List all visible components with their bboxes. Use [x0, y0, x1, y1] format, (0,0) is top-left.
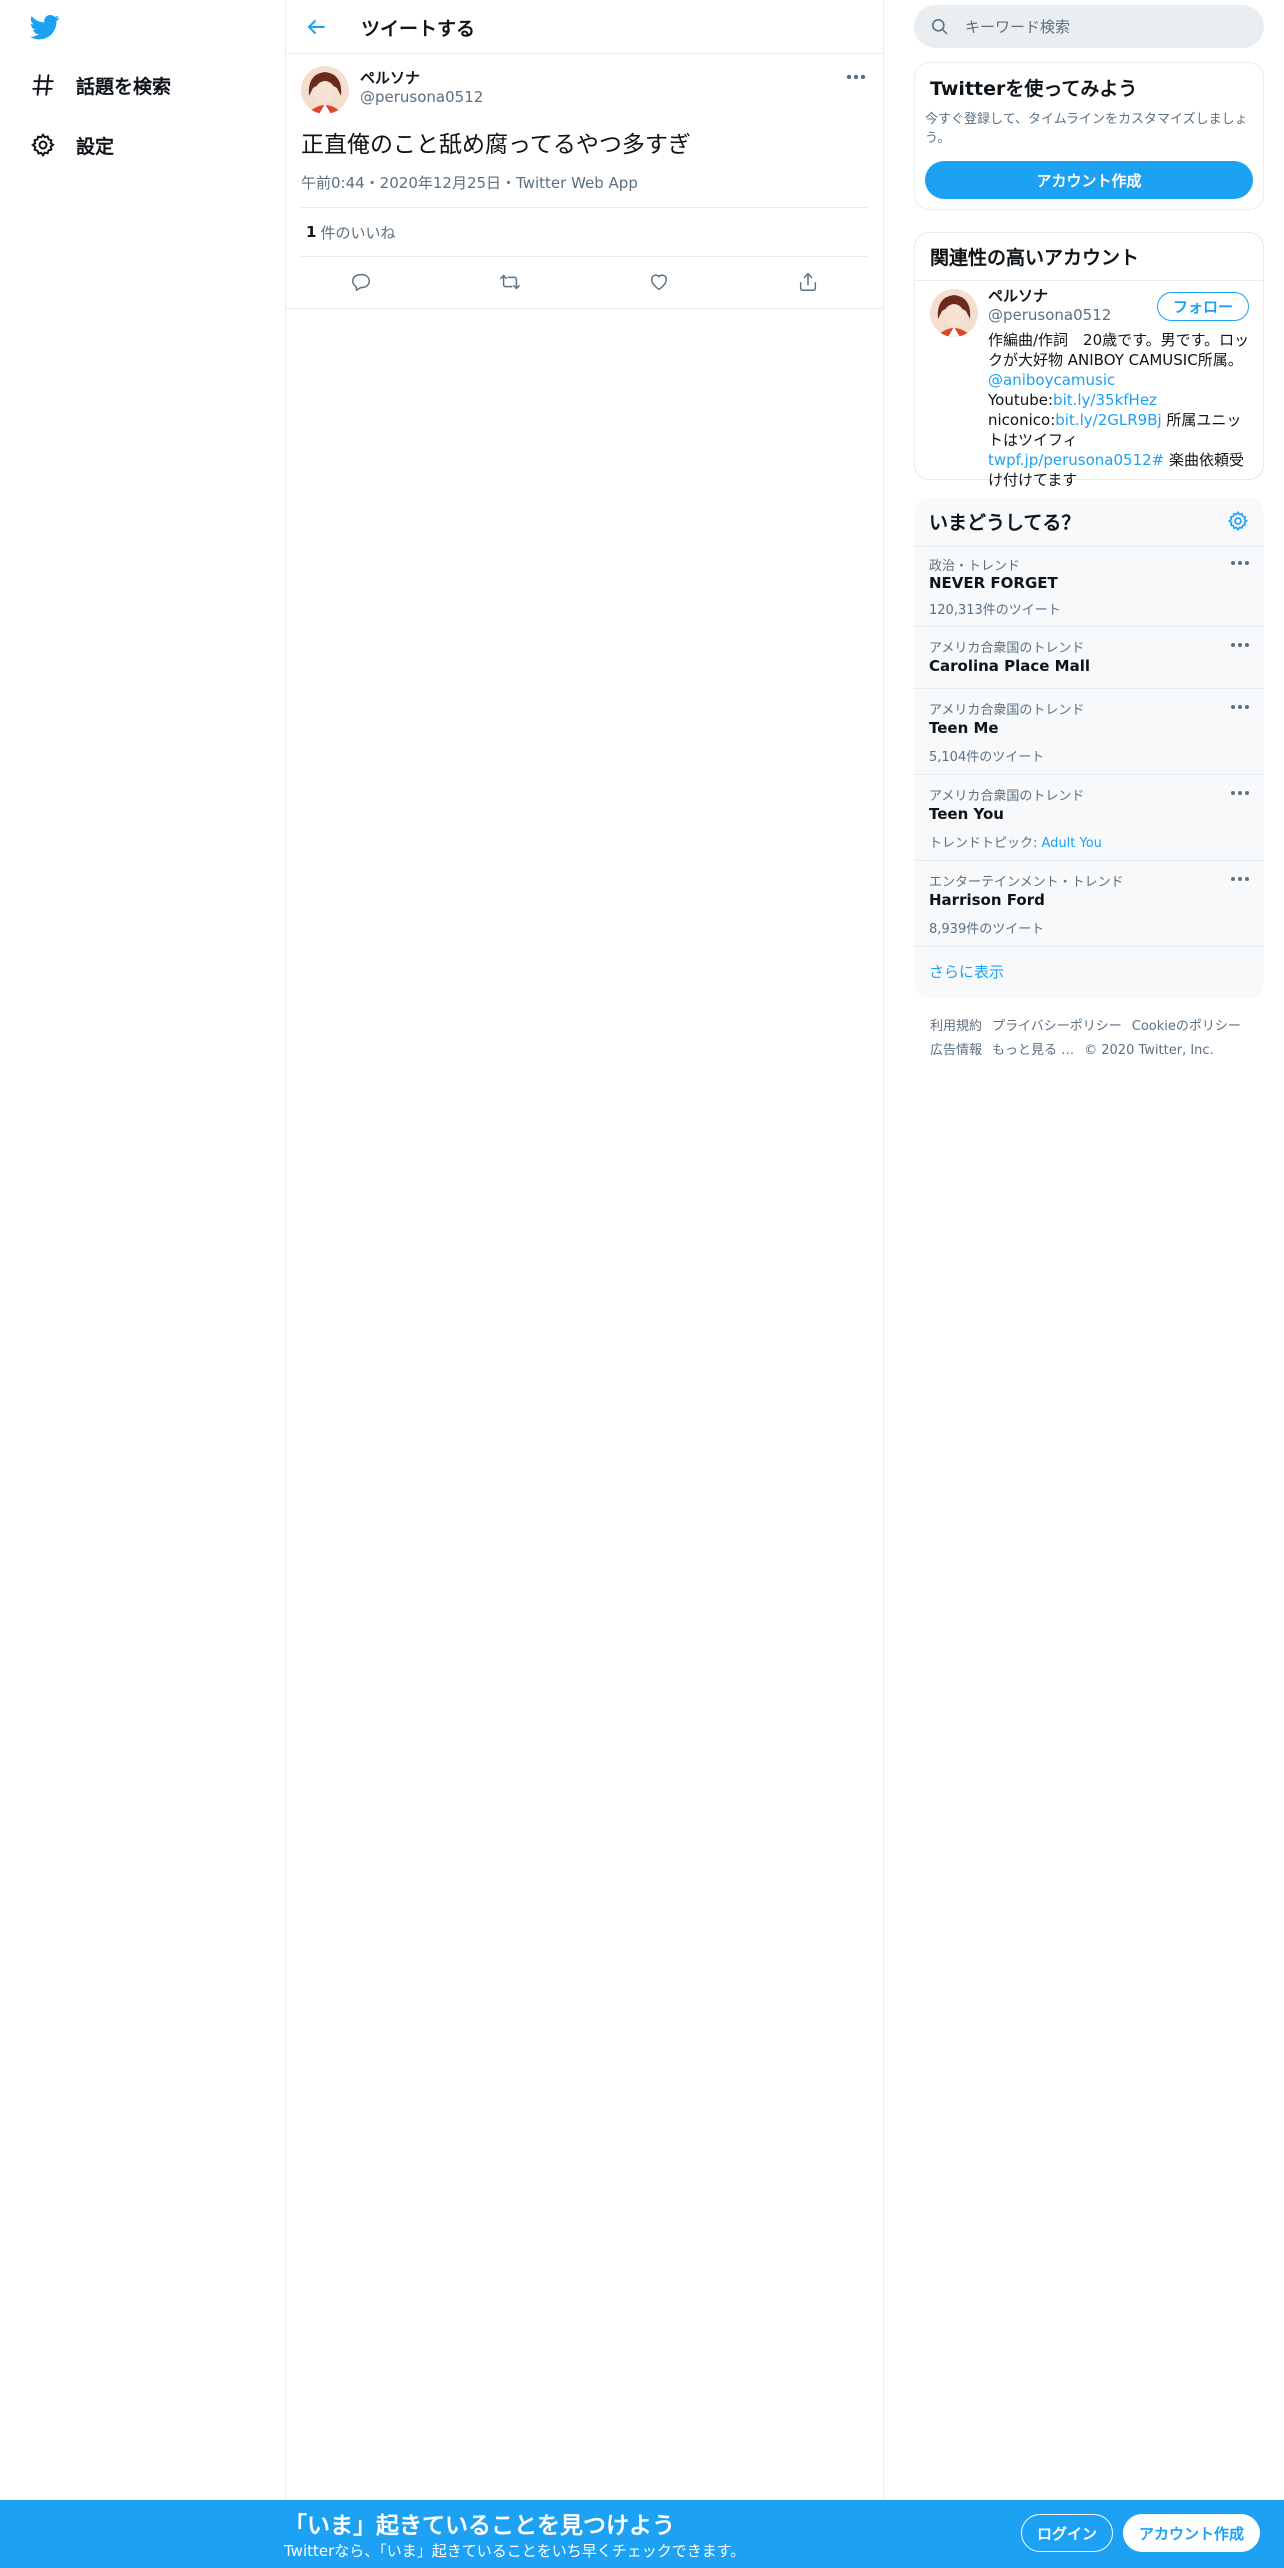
trend-context: アメリカ合衆国のトレンド — [929, 789, 1085, 804]
banner-title: 「いま」起きていることを見つけよう — [284, 2513, 675, 2539]
retweet-icon[interactable] — [499, 271, 521, 293]
related-handle[interactable]: @perusona0512 — [988, 306, 1111, 324]
trend-name: Harrison Ford — [929, 891, 1045, 909]
trends-title: いまどうしてる？ — [929, 512, 1081, 534]
bio-link-youtube[interactable]: bit.ly/35kfHez — [1053, 391, 1157, 409]
nav-explore[interactable]: 話題を検索 — [30, 61, 171, 109]
search-box[interactable] — [914, 5, 1264, 48]
copyright: © 2020 Twitter, Inc. — [1084, 1043, 1214, 1058]
main-header: ツイートする — [286, 0, 883, 54]
banner-subtitle: Twitterなら、「いま」起きていることをいち早くチェックできます。 — [284, 2542, 746, 2560]
trend-item[interactable]: エンターテインメント・トレンド Harrison Ford 8,939件のツイー… — [914, 860, 1264, 947]
related-accounts-card: 関連性の高いアカウント ペルソナ @perusona0512 フォロー 作編曲/… — [914, 232, 1264, 489]
divider — [915, 280, 1263, 281]
trend-count: 5,104件のツイート — [929, 750, 1045, 765]
follow-button[interactable]: フォロー — [1157, 292, 1249, 321]
hashtag-icon — [32, 74, 54, 96]
bio-link-mention[interactable]: @aniboycamusic — [988, 371, 1115, 389]
author-name[interactable]: ペルソナ — [360, 67, 420, 88]
more-link[interactable]: もっと見る … — [992, 1043, 1074, 1058]
trend-context: エンターテインメント・トレンド — [929, 875, 1124, 890]
main-column: ツイートする ペルソナ @perusona0512 正直俺のこと舐め腐ってるやつ… — [285, 0, 884, 2568]
trend-context: アメリカ合衆国のトレンド — [929, 641, 1085, 656]
trend-count: 8,939件のツイート — [929, 922, 1045, 937]
related-title: 関連性の高いアカウント — [930, 247, 1140, 269]
nav-settings[interactable]: 設定 — [30, 121, 114, 169]
signup-title: Twitterを使ってみよう — [930, 78, 1138, 100]
bio-link-twpf[interactable]: twpf.jp/perusona0512# — [988, 451, 1164, 469]
twitter-bird-icon[interactable] — [28, 12, 62, 42]
nav-explore-label: 話題を検索 — [76, 75, 172, 98]
privacy-link[interactable]: プライバシーポリシー — [992, 1019, 1122, 1034]
related-bio: 作編曲/作詞 20歳です。男です。ロックが大好物 ANIBOY CAMUSIC所… — [988, 330, 1250, 490]
trend-name: Teen Me — [929, 719, 999, 737]
trend-count: 120,313件のツイート — [929, 603, 1061, 618]
likes-summary[interactable]: 1 件のいいね — [301, 207, 868, 257]
more-options-icon[interactable] — [1230, 871, 1250, 887]
footer-links: 利用規約 プライバシーポリシー Cookieのポリシー 広告情報 もっと見る … © 2… — [930, 1015, 1260, 1063]
back-arrow-icon[interactable] — [304, 15, 328, 39]
nav-settings-label: 設定 — [76, 135, 115, 158]
trend-name: Teen You — [929, 805, 1004, 823]
more-options-icon[interactable] — [1230, 785, 1250, 801]
trend-item[interactable]: アメリカ合衆国のトレンド Teen Me 5,104件のツイート — [914, 688, 1264, 775]
related-name[interactable]: ペルソナ — [988, 285, 1048, 306]
trend-name: NEVER FORGET — [929, 574, 1058, 592]
tweet-text: 正直俺のこと舐め腐ってるやつ多すぎ — [301, 132, 691, 158]
trend-topic-link[interactable]: Adult You — [1042, 836, 1102, 851]
create-account-button[interactable]: アカウント作成 — [925, 161, 1253, 199]
share-icon[interactable] — [797, 271, 819, 293]
like-heart-icon[interactable] — [648, 271, 670, 293]
search-input[interactable] — [963, 16, 1247, 37]
trend-item[interactable]: アメリカ合衆国のトレンド Carolina Place Mall — [914, 626, 1264, 689]
trend-name: Carolina Place Mall — [929, 657, 1091, 675]
signup-card: Twitterを使ってみよう 今すぐ登録して、タイムラインをカスタマイズしましょ… — [914, 62, 1264, 210]
bio-text: Youtube: — [988, 391, 1054, 409]
trend-item[interactable]: アメリカ合衆国のトレンド Teen You トレンドトピック: Adult Yo… — [914, 774, 1264, 861]
author-handle[interactable]: @perusona0512 — [360, 88, 483, 106]
signup-subtitle: 今すぐ登録して、タイムラインをカスタマイズしましょう。 — [925, 112, 1248, 146]
reply-icon[interactable] — [350, 271, 372, 293]
likes-count: 1 — [306, 223, 317, 241]
trends-card: いまどうしてる？ 政治・トレンド NEVER FORGET 120,313件のツ… — [914, 498, 1264, 998]
likes-label: 件のいいね — [320, 223, 396, 242]
more-options-icon[interactable] — [1230, 555, 1250, 571]
related-avatar[interactable] — [930, 289, 978, 337]
more-options-icon[interactable] — [1230, 637, 1250, 653]
bio-link-niconico[interactable]: bit.ly/2GLR9Bj — [1055, 411, 1161, 429]
cookie-link[interactable]: Cookieのポリシー — [1132, 1019, 1241, 1034]
trends-settings-icon[interactable] — [1227, 510, 1249, 532]
terms-link[interactable]: 利用規約 — [930, 1019, 982, 1034]
gear-icon — [31, 133, 55, 158]
search-icon — [931, 18, 948, 35]
author-avatar[interactable] — [301, 66, 349, 114]
login-button[interactable]: ログイン — [1021, 2514, 1113, 2552]
trend-item[interactable]: 政治・トレンド NEVER FORGET 120,313件のツイート — [914, 546, 1264, 627]
trend-context: 政治・トレンド — [929, 559, 1021, 574]
more-options-icon[interactable] — [1230, 699, 1250, 715]
banner-signup-button[interactable]: アカウント作成 — [1123, 2514, 1260, 2552]
trend-topic-prefix: トレンドトピック: — [929, 836, 1042, 851]
signup-banner: 「いま」起きていることを見つけよう Twitterなら、「いま」起きていることを… — [0, 2500, 1284, 2568]
show-more-row: さらに表示 — [914, 946, 1264, 999]
show-more-link[interactable]: さらに表示 — [929, 961, 1004, 982]
ads-link[interactable]: 広告情報 — [930, 1043, 982, 1058]
tweet-timestamp[interactable]: 午前0:44・2020年12月25日・Twitter Web App — [301, 172, 638, 193]
left-navigation: 話題を検索 設定 — [0, 0, 285, 2568]
page-title: ツイートする — [361, 18, 476, 40]
bio-text: niconico: — [988, 411, 1056, 429]
bio-text: 作編曲/作詞 20歳です。男です。ロックが大好物 ANIBOY CAMUSIC所… — [988, 331, 1250, 369]
more-options-icon[interactable] — [845, 68, 867, 86]
trend-context: アメリカ合衆国のトレンド — [929, 703, 1085, 718]
tweet-actions — [286, 256, 883, 309]
trend-count: トレンドトピック: Adult You — [929, 832, 1102, 851]
